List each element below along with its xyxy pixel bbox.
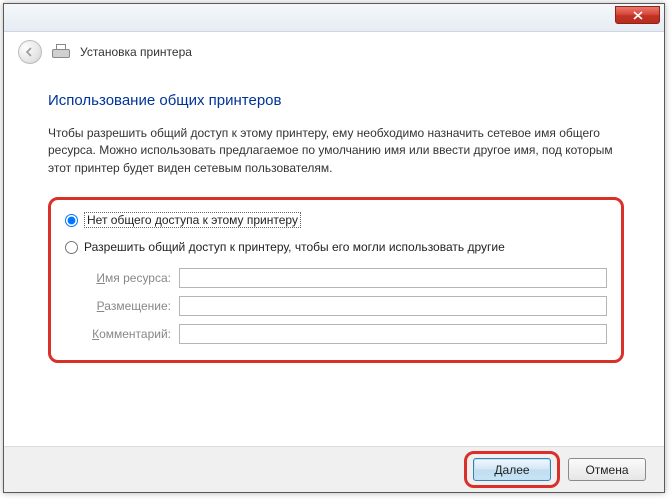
input-comment[interactable] xyxy=(179,324,607,344)
page-heading: Использование общих принтеров xyxy=(48,92,624,109)
radio-share-label: Разрешить общий доступ к принтеру, чтобы… xyxy=(84,240,505,254)
label-share-name: Имя ресурса: xyxy=(83,271,179,285)
titlebar xyxy=(4,4,664,32)
radio-no-share-input[interactable] xyxy=(65,214,78,227)
next-button[interactable]: Далее xyxy=(473,458,551,481)
radio-share-input[interactable] xyxy=(65,241,78,254)
field-share-name: Имя ресурса: xyxy=(83,268,607,288)
wizard-dialog: Установка принтера Использование общих п… xyxy=(3,3,665,493)
label-location: Размещение: xyxy=(83,299,179,313)
close-button[interactable] xyxy=(615,6,660,24)
field-location: Размещение: xyxy=(83,296,607,316)
share-fields: Имя ресурса: Размещение: Комментарий: xyxy=(83,268,607,344)
wizard-title: Установка принтера xyxy=(80,45,192,59)
cancel-button[interactable]: Отмена xyxy=(568,458,646,481)
radio-no-share[interactable]: Нет общего доступа к этому принтеру xyxy=(65,212,607,228)
radio-no-share-label: Нет общего доступа к этому принтеру xyxy=(84,212,301,228)
close-icon xyxy=(633,11,643,20)
label-comment: Комментарий: xyxy=(83,327,179,341)
page-description: Чтобы разрешить общий доступ к этому при… xyxy=(48,125,624,177)
back-button[interactable] xyxy=(18,40,42,64)
next-button-highlight: Далее xyxy=(464,451,560,488)
wizard-footer: Далее Отмена xyxy=(4,446,664,492)
input-location[interactable] xyxy=(179,296,607,316)
radio-share[interactable]: Разрешить общий доступ к принтеру, чтобы… xyxy=(65,240,607,254)
back-arrow-icon xyxy=(24,46,36,58)
wizard-header: Установка принтера xyxy=(4,32,664,74)
sharing-options-group: Нет общего доступа к этому принтеру Разр… xyxy=(48,197,624,363)
wizard-content: Использование общих принтеров Чтобы разр… xyxy=(4,74,664,373)
printer-icon xyxy=(52,44,70,60)
input-share-name[interactable] xyxy=(179,268,607,288)
field-comment: Комментарий: xyxy=(83,324,607,344)
